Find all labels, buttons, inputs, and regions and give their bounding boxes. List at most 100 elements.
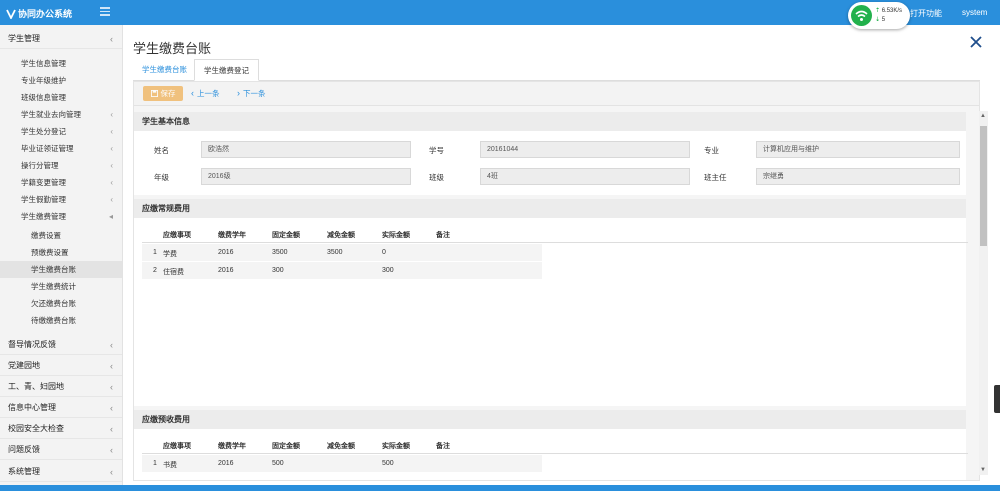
class-label: 班级 xyxy=(429,173,444,182)
chevron-left-icon: ‹ xyxy=(110,195,113,204)
chevron-left-icon: ‹ xyxy=(110,34,113,44)
student-id-label: 学号 xyxy=(429,146,444,155)
col-fee-year: 缴费学年 xyxy=(218,443,246,450)
chevron-left-icon: ‹ xyxy=(110,445,113,455)
chevron-right-icon: › xyxy=(237,88,240,98)
sidebar-section-student-management[interactable]: 学生管理 ‹ xyxy=(0,29,122,49)
sidebar-item-conduct-score[interactable]: 操行分管理 ‹ xyxy=(0,157,122,174)
major-field[interactable]: 计算机应用与维护 xyxy=(756,141,960,158)
sidebar-subitem-fee-ledger[interactable]: 学生缴费台账 xyxy=(0,261,122,278)
sidebar-item-discipline[interactable]: 学生处分登记 ‹ xyxy=(0,123,122,140)
next-record-button[interactable]: › 下一条 xyxy=(237,88,266,99)
section-regular-fees: 应缴常规费用 xyxy=(134,199,966,218)
sidebar-item-fee-management[interactable]: 学生缴费管理 ◂ xyxy=(0,208,122,225)
sidebar-subitem-pending-ledger[interactable]: 待缴缴费台账 xyxy=(0,312,122,329)
chevron-left-icon: ‹ xyxy=(191,88,194,98)
name-field[interactable]: 欧浩然 xyxy=(201,141,411,158)
sidebar-section-system[interactable]: 系统管理 ‹ xyxy=(0,462,122,482)
table-row[interactable] xyxy=(142,455,542,472)
sidebar-subitem-arrears-ledger[interactable]: 欠还缴费台账 xyxy=(0,295,122,312)
sidebar-item-class-info[interactable]: 班级信息管理 xyxy=(0,89,122,106)
prepaid-fees-panel: 应缴事项 缴费学年 固定金额 减免金额 实际金额 备注 1 书费 2016 50… xyxy=(134,429,968,480)
row-number: 2 xyxy=(153,267,157,274)
sidebar-item-diploma[interactable]: 毕业证领证管理 ‹ xyxy=(0,140,122,157)
scroll-down-icon[interactable]: ▼ xyxy=(980,467,986,473)
chevron-left-icon: ‹ xyxy=(110,403,113,413)
save-icon xyxy=(150,90,158,97)
chevron-left-icon: ‹ xyxy=(110,144,113,153)
sidebar-item-student-info[interactable]: 学生信息管理 xyxy=(0,55,122,72)
class-field[interactable]: 4班 xyxy=(480,168,690,185)
scroll-up-icon[interactable]: ▲ xyxy=(980,113,986,119)
bottom-bar xyxy=(0,485,1000,491)
table-header-divider xyxy=(142,453,968,454)
close-icon[interactable] xyxy=(968,34,984,50)
caret-down-icon: ◂ xyxy=(108,212,113,221)
main-content: 学生缴费台账 学生缴费台账 学生缴费登记 保存 ‹ 上一条 › 下一条 学生基本信息… xyxy=(124,25,1000,485)
col-remark: 备注 xyxy=(436,232,450,239)
section-basic-info: 学生基本信息 xyxy=(134,112,966,131)
cell-actual-amount: 500 xyxy=(382,460,394,467)
form-area: 保存 ‹ 上一条 › 下一条 学生基本信息 姓名 欧浩然 学号 20161044 专… xyxy=(133,81,980,481)
head-teacher-field[interactable]: 宗继勇 xyxy=(756,168,960,185)
cell-fee-year: 2016 xyxy=(218,460,234,467)
app-brand[interactable]: 协同办公系统 xyxy=(6,7,72,20)
chevron-left-icon: ‹ xyxy=(110,340,113,350)
grade-label: 年级 xyxy=(154,173,169,182)
name-label: 姓名 xyxy=(154,146,169,155)
tab-fee-ledger[interactable]: 学生缴费台账 xyxy=(133,59,196,81)
sidebar-section-safety-check[interactable]: 校园安全大检查 ‹ xyxy=(0,419,122,439)
cell-fee-year: 2016 xyxy=(218,249,234,256)
tab-bar: 学生缴费台账 学生缴费登记 xyxy=(133,59,980,81)
chevron-left-icon: ‹ xyxy=(110,178,113,187)
vertical-scrollbar[interactable]: ▲ ▼ xyxy=(979,111,988,475)
sidebar-section-feedback[interactable]: 问题反馈 ‹ xyxy=(0,440,122,460)
sidebar-item-attendance[interactable]: 学生假勤管理 ‹ xyxy=(0,191,122,208)
grade-field[interactable]: 2016级 xyxy=(201,168,411,185)
open-function-link[interactable]: 打开功能 xyxy=(910,8,942,19)
sidebar-section-supervision[interactable]: 督导情况反馈 ‹ xyxy=(0,335,122,355)
cell-fee-item: 学费 xyxy=(163,251,177,258)
sidebar-section-party[interactable]: 党建园地 ‹ xyxy=(0,356,122,376)
col-fixed-amount: 固定金额 xyxy=(272,443,300,450)
cell-fixed-amount: 300 xyxy=(272,267,284,274)
chevron-left-icon: ‹ xyxy=(110,110,113,119)
chevron-left-icon: ‹ xyxy=(110,361,113,371)
sidebar-section-info-center[interactable]: 信息中心管理 ‹ xyxy=(0,398,122,418)
scrollbar-thumb[interactable] xyxy=(980,126,987,246)
cell-fixed-amount: 500 xyxy=(272,460,284,467)
sidebar-subitem-prepaid-settings[interactable]: 预缴费设置 xyxy=(0,244,122,261)
chevron-left-icon: ‹ xyxy=(110,161,113,170)
row-number: 1 xyxy=(153,460,157,467)
student-id-field[interactable]: 20161044 xyxy=(480,141,690,158)
cell-fixed-amount: 3500 xyxy=(272,249,288,256)
sidebar-item-major-grade[interactable]: 专业年级维护 xyxy=(0,72,122,89)
sidebar-subitem-fee-settings[interactable]: 缴费设置 xyxy=(0,227,122,244)
cell-fee-item: 书费 xyxy=(163,462,177,469)
col-fee-year: 缴费学年 xyxy=(218,232,246,239)
side-handle[interactable] xyxy=(994,385,1000,413)
page-title: 学生缴费台账 xyxy=(133,41,212,56)
major-label: 专业 xyxy=(704,146,719,155)
user-menu[interactable]: system xyxy=(962,8,987,17)
logo-icon xyxy=(6,9,16,19)
download-arrow-icon: ⇣ xyxy=(875,17,881,23)
sidebar-item-employment[interactable]: 学生就业去向管理 ‹ xyxy=(0,106,122,123)
upload-speed: ⇡ 6.53K/s xyxy=(875,8,903,14)
save-button[interactable]: 保存 xyxy=(143,86,183,101)
menu-toggle-icon[interactable] xyxy=(100,7,110,17)
col-fee-item: 应缴事项 xyxy=(163,232,191,239)
cell-fee-year: 2016 xyxy=(218,267,234,274)
sidebar-item-status-change[interactable]: 学籍变更管理 ‹ xyxy=(0,174,122,191)
prev-record-button[interactable]: ‹ 上一条 xyxy=(191,88,220,99)
chevron-left-icon: ‹ xyxy=(110,467,113,477)
sidebar-subitem-fee-statistics[interactable]: 学生缴费统计 xyxy=(0,278,122,295)
sidebar-section-union[interactable]: 工、青、妇园地 ‹ xyxy=(0,377,122,397)
cell-waived-amount: 3500 xyxy=(327,249,343,256)
chevron-left-icon: ‹ xyxy=(110,424,113,434)
form-toolbar: 保存 ‹ 上一条 › 下一条 xyxy=(134,82,979,106)
table-row[interactable] xyxy=(142,262,542,279)
cell-actual-amount: 0 xyxy=(382,249,386,256)
tab-fee-registration[interactable]: 学生缴费登记 xyxy=(194,59,259,81)
col-remark: 备注 xyxy=(436,443,450,450)
